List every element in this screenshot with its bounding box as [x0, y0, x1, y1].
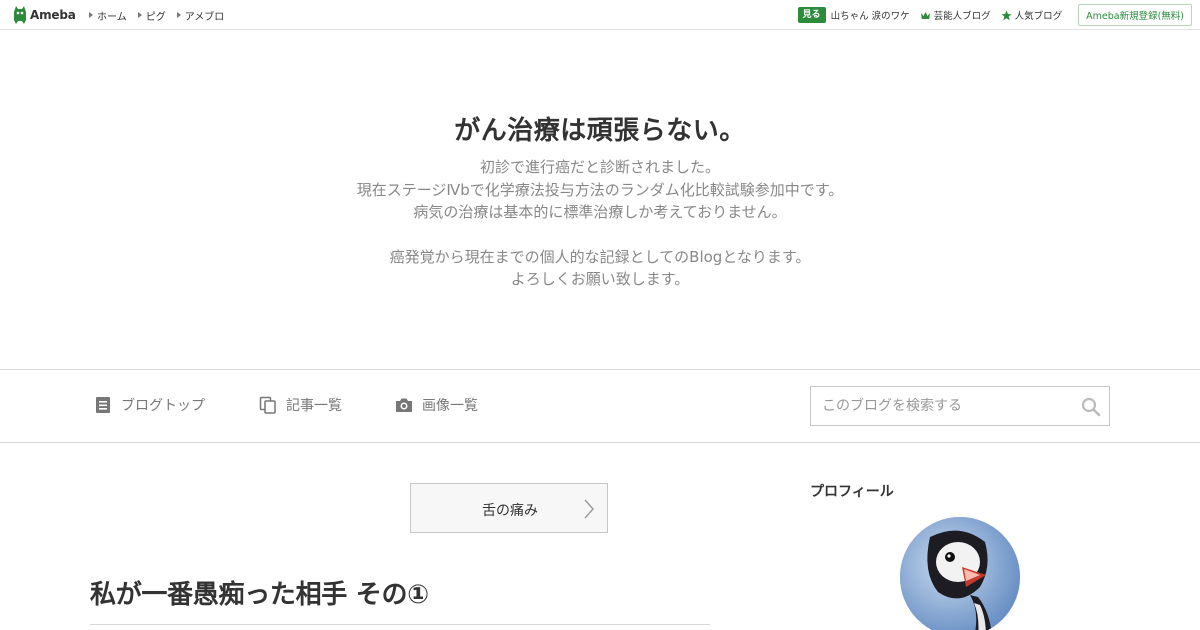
profile-heading: プロフィール: [810, 484, 894, 500]
register-button[interactable]: Ameba新規登録(無料): [1078, 4, 1192, 26]
global-nav-pigg-label: ピグ: [145, 11, 166, 23]
triangle-right-icon: [89, 12, 93, 18]
blog-description-line: 初診で進行癌だと診断されました。: [479, 158, 720, 176]
profile-avatar[interactable]: [900, 517, 1020, 630]
blog-description-line: 癌発覚から現在までの個人的な記録としてのBlogとなります。: [389, 247, 811, 266]
ameba-logo-text: Ameba: [30, 8, 76, 22]
triangle-right-icon: [176, 12, 181, 18]
popular-blog-label: 人気ブログ: [1014, 11, 1063, 22]
entry-title[interactable]: 私が一番愚痴った相手 その①: [90, 574, 429, 611]
celebrity-blog-label: 芸能人ブログ: [933, 11, 991, 22]
camera-icon: [396, 398, 412, 412]
entry-title-divider: [90, 624, 710, 625]
blog-nav: ブログトップ 記事一覧 画像一覧: [0, 369, 1200, 443]
miru-link[interactable]: 山ちゃん 涙のワケ: [831, 8, 910, 22]
blog-description: 初診で進行癌だと診断されました。 現在ステージⅣbで化学療法投与方法のランダム化…: [0, 156, 1200, 291]
nav-entry-list[interactable]: 記事一覧: [259, 395, 342, 415]
global-nav-ameblo-label: アメブロ: [184, 11, 225, 23]
star-icon: [1001, 10, 1012, 20]
theme-label: 舌の痛み: [482, 503, 538, 519]
global-nav-ameblo[interactable]: アメブロ: [176, 8, 225, 23]
search-input[interactable]: [811, 387, 1077, 425]
global-header: Ameba ホーム ピグ アメブロ 見る 山ちゃん 涙のワケ 芸能人ブログ 人気…: [0, 0, 1200, 30]
blog-search: [810, 386, 1110, 426]
nav-image-list[interactable]: 画像一覧: [395, 395, 478, 415]
crown-icon: [920, 11, 930, 19]
global-nav-pigg[interactable]: ピグ: [137, 8, 166, 23]
blog-description-line: 現在ステージⅣbで化学療法投与方法のランダム化比較試験参加中です。: [356, 180, 844, 199]
search-icon[interactable]: [1081, 397, 1101, 417]
theme-button[interactable]: 舌の痛み: [410, 483, 608, 533]
global-nav-home-label: ホーム: [97, 11, 127, 23]
global-header-right: 見る 山ちゃん 涙のワケ 芸能人ブログ 人気ブログ Ameba新規登録(無料): [797, 0, 1192, 30]
nav-entry-list-label: 記事一覧: [286, 398, 342, 414]
popular-blog-link[interactable]: 人気ブログ: [1001, 8, 1063, 22]
nav-blog-top[interactable]: ブログトップ: [94, 395, 205, 415]
copy-icon: [259, 396, 276, 414]
nav-blog-top-label: ブログトップ: [121, 398, 205, 414]
global-nav-home[interactable]: ホーム: [89, 8, 127, 23]
blog-header: がん治療は頑張らない。 初診で進行癌だと診断されました。 現在ステージⅣbで化学…: [0, 30, 1200, 370]
blog-description-spacer: [0, 224, 1200, 246]
miru-badge[interactable]: 見る: [797, 7, 826, 23]
ameba-logo[interactable]: Ameba: [13, 6, 76, 24]
ameba-logo-icon: [14, 6, 26, 24]
blog-description-line: よろしくお願い致します。: [510, 270, 690, 288]
triangle-right-icon: [137, 12, 142, 18]
penguin-avatar-icon: [900, 517, 1020, 630]
blog-title[interactable]: がん治療は頑張らない。: [0, 110, 1200, 147]
blog-description-line: 病気の治療は基本的に標準治療しか考えておりません。: [413, 203, 787, 221]
celebrity-blog-link[interactable]: 芸能人ブログ: [920, 8, 991, 22]
global-nav: ホーム ピグ アメブロ: [89, 0, 224, 30]
document-icon: [96, 397, 110, 413]
nav-image-list-label: 画像一覧: [422, 398, 478, 414]
chevron-right-icon: [584, 499, 594, 519]
